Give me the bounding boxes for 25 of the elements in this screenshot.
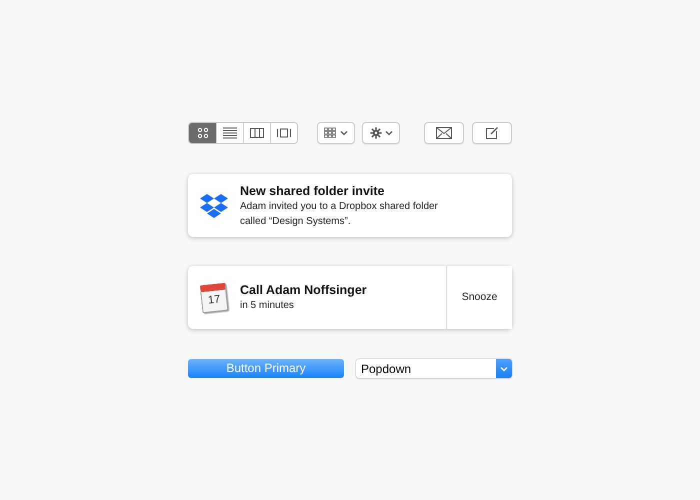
notification-text: Adam invited you to a Dropbox shared folder called “Design Systems”. <box>240 200 439 228</box>
calendar-day: 17 <box>202 291 227 308</box>
grid-menu-button[interactable] <box>317 122 355 144</box>
compose-icon <box>485 126 499 140</box>
gallery-view-icon <box>277 126 291 140</box>
mail-button[interactable] <box>424 122 464 144</box>
gear-icon <box>370 127 382 139</box>
notification-text: in 5 minutes <box>240 299 295 313</box>
settings-menu-button[interactable] <box>362 122 400 144</box>
view-tab[interactable] <box>270 123 297 143</box>
column-view-icon <box>250 126 264 140</box>
view-tab[interactable] <box>189 123 216 143</box>
notification-title: Call Adam Noffsinger <box>240 282 368 298</box>
dropbox-icon <box>200 194 228 218</box>
caret-icon <box>340 130 348 136</box>
caret-icon <box>384 130 392 136</box>
notification-title: New shared folder invite <box>240 182 386 198</box>
mail-icon <box>436 127 452 139</box>
list-view-icon <box>223 126 237 140</box>
compose-button[interactable] <box>472 122 512 144</box>
icon-view-icon <box>196 126 210 140</box>
popdown-select[interactable]: Popdown <box>356 359 512 378</box>
caret-icon <box>500 366 508 372</box>
snooze-button[interactable]: Snooze <box>446 266 512 329</box>
grid-icon <box>324 127 337 139</box>
